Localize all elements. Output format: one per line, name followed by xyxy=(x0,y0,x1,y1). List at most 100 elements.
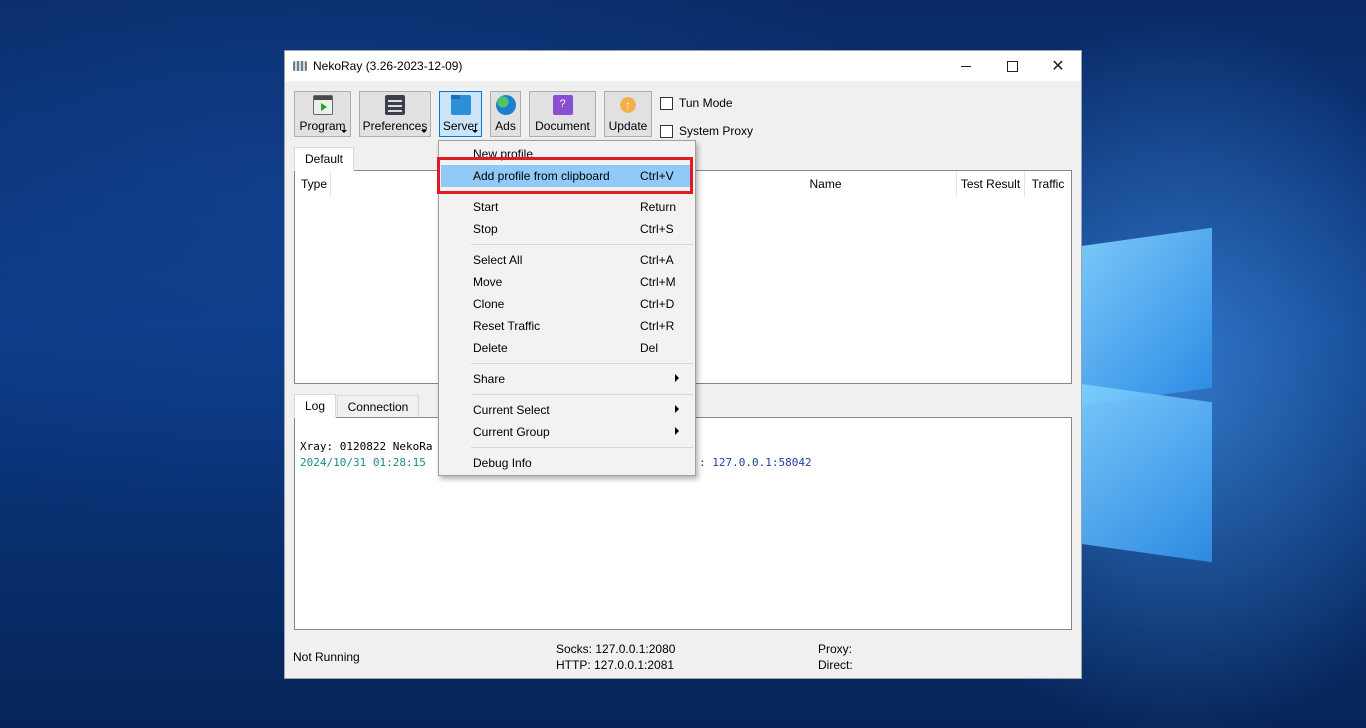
menu-separator xyxy=(471,244,693,245)
close-icon: ✕ xyxy=(1051,58,1065,75)
menu-item-shortcut: Return xyxy=(640,200,677,214)
system-proxy-label: System Proxy xyxy=(679,124,754,138)
menu-item-share[interactable]: Share xyxy=(441,368,693,390)
tun-mode-checkbox[interactable]: Tun Mode xyxy=(660,96,733,110)
log-line: Xray: 0120822 NekoRa xyxy=(300,440,433,453)
menu-item-label: Current Group xyxy=(473,425,550,439)
status-http: HTTP: 127.0.0.1:2081 xyxy=(556,658,675,672)
server-button[interactable]: Server xyxy=(439,91,482,137)
log-line: : 127.0.0.1:58042 xyxy=(699,456,812,469)
status-running: Not Running xyxy=(293,650,360,664)
menu-separator xyxy=(471,191,693,192)
ads-label: Ads xyxy=(495,119,516,133)
menu-item-label: Stop xyxy=(473,222,498,236)
checkbox-box xyxy=(660,124,673,138)
dropdown-arrow-icon xyxy=(341,130,347,133)
log-tab[interactable]: Log xyxy=(294,394,336,418)
status-direct: Direct: xyxy=(818,658,853,672)
menu-item-move[interactable]: Move Ctrl+M xyxy=(441,271,693,293)
submenu-arrow-icon xyxy=(675,374,679,382)
menu-item-shortcut: Ctrl+D xyxy=(640,297,675,311)
preferences-button[interactable]: Preferences xyxy=(359,91,431,137)
globe-icon xyxy=(495,95,516,115)
document-button[interactable]: ? Document xyxy=(529,91,596,137)
program-icon xyxy=(312,95,333,115)
menu-item-label: Delete xyxy=(473,341,508,355)
window-title: NekoRay (3.26-2023-12-09) xyxy=(313,59,463,73)
checkbox-box xyxy=(660,96,673,110)
menu-item-add-profile-from-clipboard[interactable]: Add profile from clipboard Ctrl+V xyxy=(441,165,693,187)
column-label: Name xyxy=(809,177,842,191)
preferences-label: Preferences xyxy=(362,119,428,133)
maximize-button[interactable] xyxy=(989,51,1035,81)
tun-mode-label: Tun Mode xyxy=(679,96,733,110)
log-tab-label: Log xyxy=(304,399,326,413)
menu-item-label: Share xyxy=(473,372,506,386)
server-folder-icon xyxy=(450,95,471,115)
menu-item-shortcut: Ctrl+S xyxy=(640,222,674,236)
menu-item-new-profile[interactable]: New profile xyxy=(441,143,693,165)
program-label: Program xyxy=(299,119,346,133)
system-proxy-checkbox[interactable]: System Proxy xyxy=(660,124,753,138)
menu-item-shortcut: Ctrl+A xyxy=(640,253,674,267)
column-label: Traffic xyxy=(1031,177,1065,191)
update-label: Update xyxy=(608,119,648,133)
connection-tab-label: Connection xyxy=(347,399,409,414)
column-header-type[interactable]: Type xyxy=(295,171,331,197)
menu-item-label: New profile xyxy=(473,147,534,161)
menu-item-delete[interactable]: Delete Del xyxy=(441,337,693,359)
nekoray-app-icon xyxy=(293,60,307,72)
menu-item-label: Select All xyxy=(473,253,523,267)
submenu-arrow-icon xyxy=(675,405,679,413)
submenu-arrow-icon xyxy=(675,427,679,435)
column-label: Test Result xyxy=(960,177,1021,191)
minimize-button[interactable] xyxy=(943,51,989,81)
menu-item-shortcut: Ctrl+R xyxy=(640,319,675,333)
title-bar: NekoRay (3.26-2023-12-09) ✕ xyxy=(285,51,1081,81)
connection-tab[interactable]: Connection xyxy=(337,395,419,418)
menu-item-shortcut: Ctrl+V xyxy=(640,169,674,183)
menu-item-label: Current Select xyxy=(473,403,550,417)
update-arrow-icon: ↑ xyxy=(618,95,638,115)
menu-item-label: Move xyxy=(473,275,503,289)
program-button[interactable]: Program xyxy=(294,91,351,137)
ads-button[interactable]: Ads xyxy=(490,91,521,137)
column-header-name[interactable]: Name xyxy=(695,171,957,197)
menu-item-label: Clone xyxy=(473,297,505,311)
menu-separator xyxy=(471,394,693,395)
status-proxy: Proxy: xyxy=(818,642,853,656)
menu-item-reset-traffic[interactable]: Reset Traffic Ctrl+R xyxy=(441,315,693,337)
menu-item-shortcut: Del xyxy=(640,341,659,355)
menu-item-label: Start xyxy=(473,200,499,214)
group-tab-default[interactable]: Default xyxy=(294,147,354,171)
server-menu: New profile Add profile from clipboard C… xyxy=(438,140,696,476)
close-button[interactable]: ✕ xyxy=(1035,51,1081,81)
menu-item-debug-info[interactable]: Debug Info xyxy=(441,452,693,474)
menu-separator xyxy=(471,363,693,364)
menu-item-current-group[interactable]: Current Group xyxy=(441,421,693,443)
menu-item-shortcut: Ctrl+M xyxy=(640,275,676,289)
menu-item-label: Debug Info xyxy=(473,456,532,470)
dropdown-arrow-icon xyxy=(472,130,478,133)
menu-item-label: Add profile from clipboard xyxy=(473,169,610,183)
group-tab-label: Default xyxy=(304,152,344,166)
maximize-icon xyxy=(1006,60,1018,72)
menu-item-clone[interactable]: Clone Ctrl+D xyxy=(441,293,693,315)
menu-item-select-all[interactable]: Select All Ctrl+A xyxy=(441,249,693,271)
menu-item-start[interactable]: Start Return xyxy=(441,196,693,218)
menu-item-label: Reset Traffic xyxy=(473,319,541,333)
menu-item-current-select[interactable]: Current Select xyxy=(441,399,693,421)
log-line: 2024/10/31 01:28:15 xyxy=(300,456,426,469)
update-button[interactable]: ↑ Update xyxy=(604,91,652,137)
document-label: Document xyxy=(535,119,590,133)
status-socks: Socks: 127.0.0.1:2080 xyxy=(556,642,676,656)
column-header-traffic[interactable]: Traffic xyxy=(1025,171,1071,197)
column-header-test-result[interactable]: Test Result xyxy=(957,171,1025,197)
menu-separator xyxy=(471,447,693,448)
help-document-icon: ? xyxy=(552,95,573,115)
column-label: Type xyxy=(301,177,328,191)
menu-item-stop[interactable]: Stop Ctrl+S xyxy=(441,218,693,240)
minimize-icon xyxy=(961,65,971,67)
preferences-icon xyxy=(385,95,405,115)
dropdown-arrow-icon xyxy=(421,130,427,133)
